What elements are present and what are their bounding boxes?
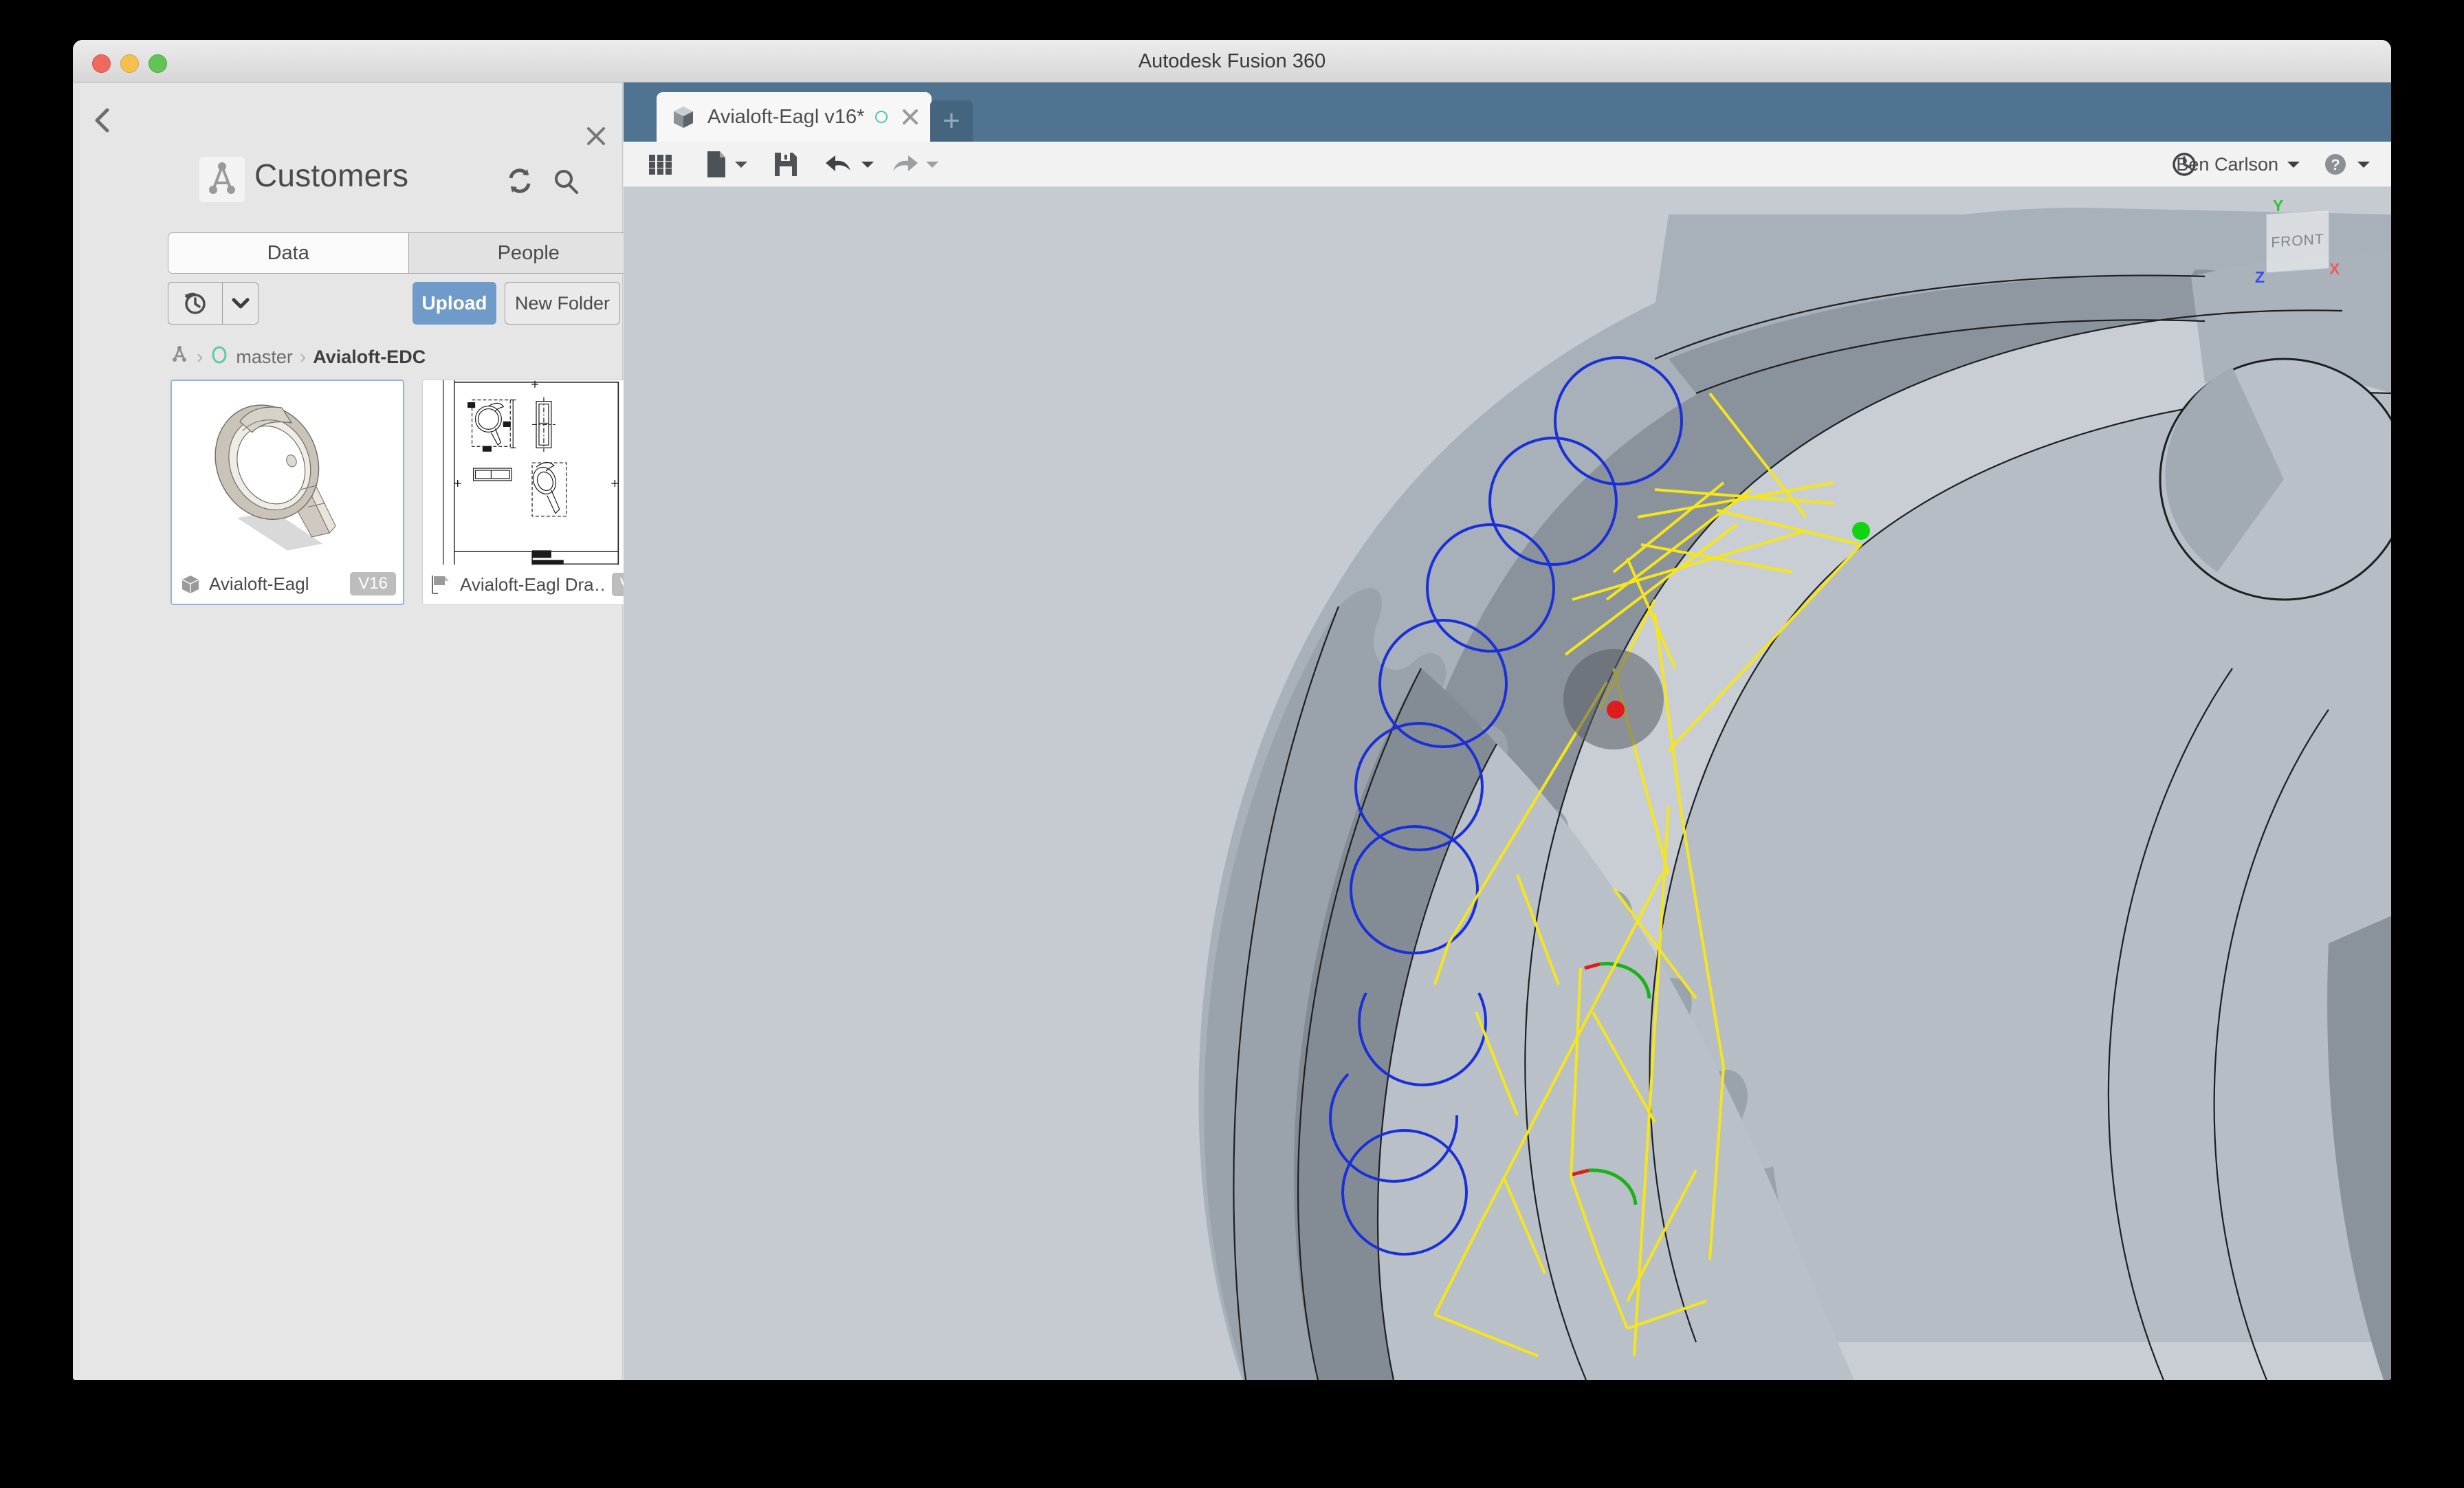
new-document-button[interactable] — [705, 149, 749, 179]
axis-label-y: Y — [2273, 197, 2284, 215]
document-tab-bar: Avialoft-Eagl v16* + — [624, 83, 2391, 142]
sync-circle-icon — [874, 109, 889, 124]
list-item-name: Avialoft-Eagl Dra… — [460, 573, 605, 595]
undo-button[interactable] — [824, 149, 875, 179]
list-item-name: Avialoft-Eagl — [209, 573, 309, 594]
document-tab-label: Avialoft-Eagl v16* — [707, 105, 865, 128]
chevron-down-icon[interactable] — [222, 283, 258, 324]
quick-access-toolbar: Ben Carlson ? — [624, 142, 2391, 187]
axis-label-x: X — [2329, 260, 2340, 278]
redo-arrow-icon — [893, 155, 918, 171]
chevron-down-icon — [926, 162, 938, 168]
new-tab-button[interactable]: + — [930, 100, 973, 142]
list-item[interactable]: Avialoft-Eagl Dra… V1 — [422, 380, 656, 605]
back-chevron-icon[interactable] — [92, 107, 113, 133]
list-item[interactable]: Avialoft-Eagl V16 — [170, 380, 404, 605]
user-menu-button[interactable]: Ben Carlson — [2176, 149, 2302, 179]
chevron-down-icon — [735, 162, 747, 168]
breadcrumb-item-master[interactable]: master — [236, 347, 293, 368]
document-tab[interactable]: Avialoft-Eagl v16* — [657, 92, 932, 142]
refresh-icon[interactable] — [505, 166, 534, 195]
data-panel: Customers Data People Upload New Folder … — [73, 83, 665, 1380]
chevron-down-icon — [2287, 162, 2300, 168]
solid-body-icon — [179, 572, 202, 595]
new-file-icon — [707, 151, 725, 177]
floppy-icon — [775, 153, 797, 176]
solid-body-icon — [669, 102, 698, 131]
save-button[interactable] — [772, 149, 800, 179]
help-question-icon: ? — [2325, 154, 2346, 175]
drawing-thumbnail-art — [423, 380, 655, 566]
axis-label-z: Z — [2255, 268, 2265, 286]
redo-button — [889, 149, 940, 179]
user-name-label: Ben Carlson — [2176, 153, 2278, 175]
breadcrumb-item-current[interactable]: Avialoft-EDC — [313, 347, 426, 368]
tab-data[interactable]: Data — [168, 233, 408, 273]
list-item-footer: Avialoft-Eagl Dra… V1 — [423, 565, 655, 604]
close-icon[interactable] — [585, 125, 607, 147]
data-items-grid: Avialoft-Eagl V16 Avialoft-Eagl Dra… — [170, 380, 656, 605]
grid-9-icon — [649, 155, 672, 175]
breadcrumb-project-icon — [210, 345, 229, 369]
search-icon[interactable] — [552, 168, 580, 195]
close-icon[interactable] — [899, 105, 922, 129]
origin-point — [1607, 701, 1625, 719]
application-window: Autodesk Fusion 360 Customers Data Peopl… — [73, 40, 2391, 1380]
view-cube-face[interactable]: FRONT — [2266, 209, 2329, 274]
tab-people[interactable]: People — [408, 233, 648, 273]
app-grid-button[interactable] — [646, 149, 674, 179]
breadcrumb-separator-2: › — [299, 346, 307, 367]
page-title: Customers — [254, 157, 409, 193]
panel-tabs: Data People — [168, 232, 649, 274]
data-panel-header: Customers — [73, 83, 622, 202]
3d-viewport[interactable]: FRONT Y X Z — [624, 187, 2391, 1380]
undo-arrow-icon — [826, 155, 850, 171]
history-clock-icon[interactable] — [168, 283, 222, 324]
breadcrumb-hub-icon[interactable] — [169, 344, 190, 370]
chevron-down-icon — [2357, 162, 2370, 168]
list-item-version: V16 — [350, 572, 396, 595]
drawing-sheet-icon — [430, 573, 453, 596]
svg-text:?: ? — [2331, 156, 2340, 173]
history-control — [168, 282, 258, 325]
selected-point — [1852, 522, 1870, 540]
window-title: Autodesk Fusion 360 — [1138, 50, 1326, 72]
chevron-down-icon — [861, 162, 874, 168]
breadcrumb-separator-1: › — [197, 346, 204, 367]
window-title-bar: Autodesk Fusion 360 — [73, 40, 2391, 83]
view-cube[interactable]: FRONT Y X Z — [2255, 197, 2340, 286]
new-folder-button[interactable]: New Folder — [505, 282, 620, 325]
breadcrumb: › master › Avialoft-EDC — [169, 342, 426, 371]
autodesk-logo-icon — [199, 157, 245, 202]
viewport-scene — [624, 187, 2391, 1380]
panel-action-row: Upload New Folder — [168, 282, 665, 325]
list-item-footer: Avialoft-Eagl V16 — [172, 564, 403, 604]
upload-button[interactable]: Upload — [412, 282, 496, 325]
model-thumbnail-art — [172, 382, 403, 566]
fusion-main-area: Avialoft-Eagl v16* + Ben Carlson ? FRONT… — [624, 83, 2391, 1380]
help-menu-button[interactable]: ? — [2321, 149, 2372, 179]
